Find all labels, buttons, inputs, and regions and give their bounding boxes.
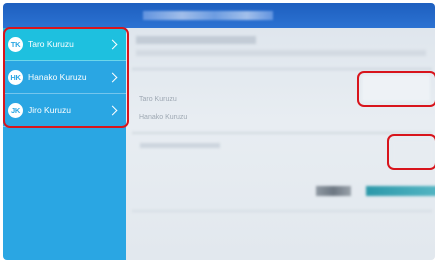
sidebar-item-label: Jiro Kuruzu [28,105,71,115]
avatar: TK [8,36,23,52]
section-heading-blurred [136,36,256,44]
avatar: HK [8,69,23,85]
avatar: JK [8,102,23,118]
chevron-right-icon [107,105,118,115]
sidebar-item-taro[interactable]: TK Taro Kuruzu [3,28,126,61]
app-window: TK Taro Kuruzu HK Hanako Kuruzu JK Jiro … [3,3,435,260]
main-content: Taro Kuruzu Hanako Kuruzu [126,28,435,260]
header-title-blurred [143,11,273,20]
primary-button[interactable] [366,186,435,196]
field-label-taro: Taro Kuruzu [139,96,177,103]
chevron-right-icon [107,72,118,82]
row-text-blurred [140,143,220,148]
section-subheading-blurred [136,50,426,56]
sidebar-item-label: Taro Kuruzu [28,39,74,49]
divider-line [132,132,432,134]
divider-line [132,68,432,70]
header-bar [3,3,435,28]
sidebar-item-jiro[interactable]: JK Jiro Kuruzu [3,94,126,127]
input-field-1[interactable] [362,75,430,101]
sidebar-item-label: Hanako Kuruzu [28,72,87,82]
sidebar: TK Taro Kuruzu HK Hanako Kuruzu JK Jiro … [3,28,126,260]
sidebar-item-hanako[interactable]: HK Hanako Kuruzu [3,61,126,94]
footer-line [132,210,432,212]
secondary-button[interactable] [316,186,351,196]
field-label-hanako: Hanako Kuruzu [139,114,188,121]
sidebar-nav: TK Taro Kuruzu HK Hanako Kuruzu JK Jiro … [3,28,126,127]
input-field-2[interactable] [392,140,434,170]
chevron-right-icon [107,39,118,49]
